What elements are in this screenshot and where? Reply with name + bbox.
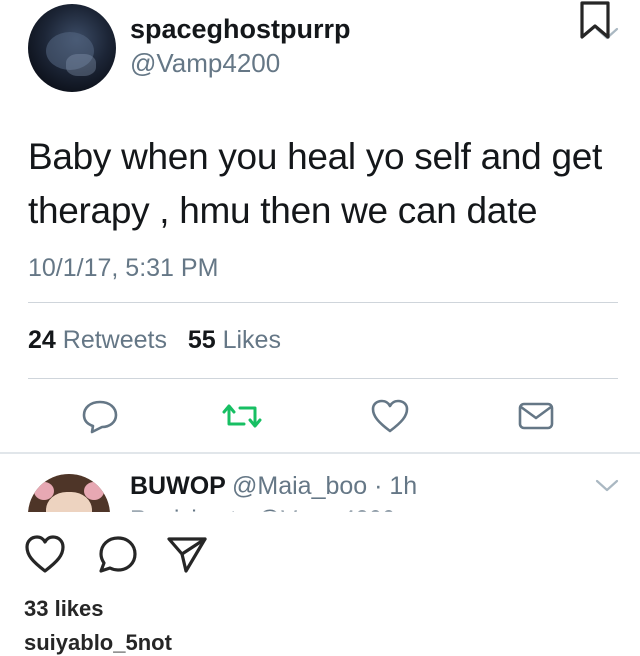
mail-icon[interactable] [516, 398, 556, 434]
avatar[interactable] [28, 4, 116, 92]
reply-icon[interactable] [80, 398, 120, 434]
tweet-separator [0, 452, 640, 454]
heart-icon[interactable] [24, 534, 66, 574]
heart-icon[interactable] [370, 398, 410, 434]
tweet-timestamp: 10/1/17, 5:31 PM [28, 254, 219, 282]
comment-icon[interactable] [97, 534, 139, 574]
reply-display-name[interactable]: BUWOP [130, 472, 226, 501]
retweet-icon[interactable] [222, 398, 262, 434]
retweets-label[interactable]: Retweets [63, 326, 167, 354]
tweet-stats: 24 Retweets 55 Likes [28, 326, 281, 355]
instagram-likes-count[interactable]: 33 likes [24, 596, 104, 622]
display-name[interactable]: spaceghostpurrp [130, 14, 351, 45]
retweets-count[interactable]: 24 [28, 326, 56, 354]
user-handle[interactable]: @Vamp4200 [130, 48, 280, 79]
instagram-caption: suiyablo_5not [24, 630, 172, 655]
chevron-down-icon[interactable] [594, 478, 620, 494]
likes-count[interactable]: 55 [188, 326, 216, 354]
likes-label[interactable]: Likes [223, 326, 281, 354]
tweet-text: Baby when you heal yo self and get thera… [28, 136, 602, 231]
bookmark-icon[interactable] [578, 0, 612, 40]
divider [28, 378, 618, 379]
reply-handle-time[interactable]: @Maia_boo · 1h [232, 472, 417, 501]
divider [28, 302, 618, 303]
share-icon[interactable] [166, 534, 208, 574]
